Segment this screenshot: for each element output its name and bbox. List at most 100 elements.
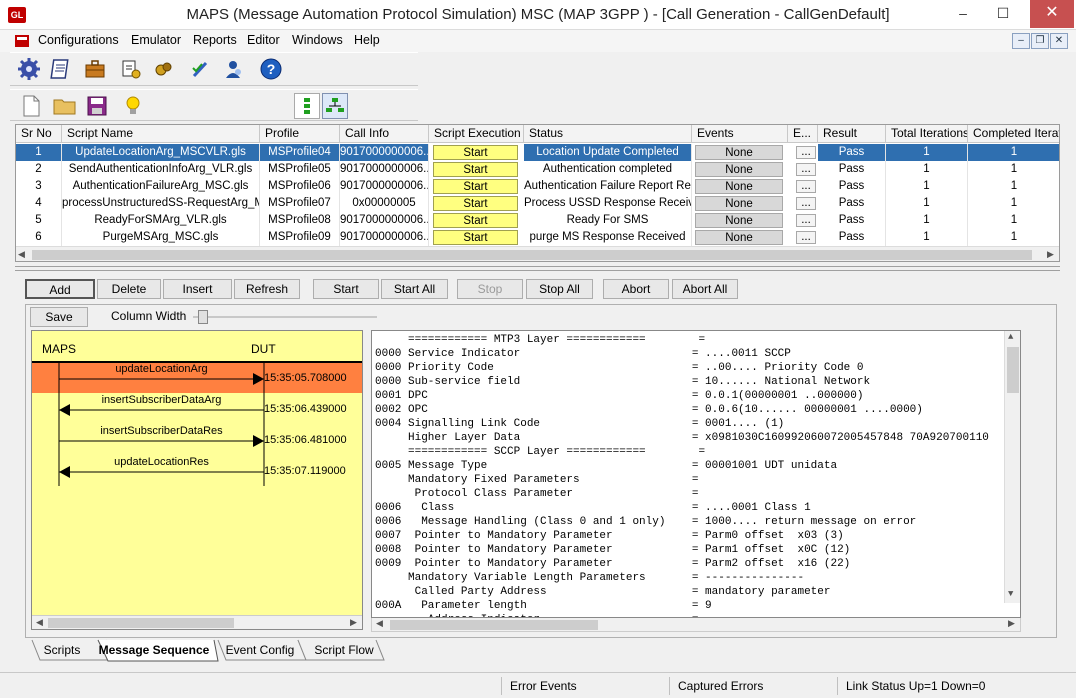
decode-line[interactable]: Called Party Address = mandatory paramet…	[375, 585, 831, 599]
event-detail-button[interactable]: ...	[796, 180, 816, 193]
pencil-check-icon[interactable]	[188, 56, 214, 82]
tab-scripts[interactable]: Scripts	[42, 641, 82, 661]
decode-line[interactable]: Mandatory Variable Length Parameters = -…	[375, 571, 804, 585]
events-button[interactable]: None	[695, 196, 783, 211]
app-menu-icon[interactable]	[14, 33, 30, 49]
script-list-icon[interactable]	[48, 56, 74, 82]
message-label[interactable]: insertSubscriberDataArg	[59, 394, 264, 406]
stop-button[interactable]: Stop	[457, 279, 523, 299]
decode-line[interactable]: Address Indicator =	[375, 613, 699, 617]
col-header-script-execution[interactable]: Script Execution	[429, 125, 524, 143]
table-row[interactable]: 1 UpdateLocationArg_MSCVLR.gls MSProfile04…	[16, 144, 1059, 161]
mdi-minimize-button[interactable]: –	[1012, 33, 1030, 49]
table-row[interactable]: 5 ReadyForSMArg_VLR.gls MSProfile08 9017000…	[16, 212, 1059, 229]
help-icon[interactable]: ?	[258, 56, 284, 82]
maximize-button[interactable]: ☐	[986, 0, 1020, 28]
table-row[interactable]: 2 SendAuthenticationInfoArg_VLR.gls MSProf…	[16, 161, 1059, 178]
script-start-button[interactable]: Start	[433, 145, 518, 160]
decode-line[interactable]: 0008 Pointer to Mandatory Parameter = Pa…	[375, 543, 850, 557]
decode-vertical-scrollbar[interactable]: ▲ ▼	[1004, 331, 1020, 603]
decode-line[interactable]: 0002 OPC = 0.0.6(10...... 00000001 ....0…	[375, 403, 923, 417]
events-button[interactable]: None	[695, 145, 783, 160]
close-button[interactable]: ✕	[1030, 0, 1074, 28]
col-header-completed-iterations[interactable]: Completed Iteratio	[968, 125, 1059, 143]
decode-line[interactable]: ============ SCCP Layer ============ =	[375, 445, 705, 459]
new-file-icon[interactable]	[18, 93, 44, 119]
event-detail-button[interactable]: ...	[796, 197, 816, 210]
decode-line[interactable]: 0000 Priority Code = ..00.... Priority C…	[375, 361, 863, 375]
event-detail-button[interactable]: ...	[796, 231, 816, 244]
message-label[interactable]: updateLocationRes	[59, 456, 264, 468]
col-header-total-iterations[interactable]: Total Iterations	[886, 125, 968, 143]
mdi-close-button[interactable]: ✕	[1050, 33, 1068, 49]
tree-layout-icon[interactable]	[322, 93, 348, 119]
scroll-right-icon[interactable]: ▶	[1047, 249, 1054, 260]
briefcase-icon[interactable]	[82, 56, 108, 82]
scroll-thumb[interactable]	[48, 618, 234, 628]
decode-line[interactable]: 0004 Signalling Link Code = 0001.... (1)	[375, 417, 784, 431]
scroll-thumb[interactable]	[390, 620, 598, 630]
decode-line[interactable]: 0001 DPC = 0.0.1(00000001 ..000000)	[375, 389, 863, 403]
decode-line[interactable]: 0006 Message Handling (Class 0 and 1 onl…	[375, 515, 916, 529]
decode-line[interactable]: 0005 Message Type = 00001001 UDT unidata	[375, 459, 837, 473]
script-start-button[interactable]: Start	[433, 213, 518, 228]
insert-button[interactable]: Insert	[163, 279, 232, 299]
col-header-result[interactable]: Result	[818, 125, 886, 143]
events-button[interactable]: None	[695, 213, 783, 228]
configurations-gear-icon[interactable]	[16, 56, 42, 82]
events-button[interactable]: None	[695, 162, 783, 177]
menu-windows[interactable]: Windows	[292, 33, 343, 47]
script-start-button[interactable]: Start	[433, 162, 518, 177]
col-header-events[interactable]: Events	[692, 125, 788, 143]
save-sequence-button[interactable]: Save	[30, 307, 88, 327]
grid-horizontal-scrollbar[interactable]: ◀ ▶	[16, 246, 1059, 261]
decode-line[interactable]: Higher Layer Data = x0981030C16099206007…	[375, 431, 989, 445]
script-start-button[interactable]: Start	[433, 196, 518, 211]
scroll-left-icon[interactable]: ◀	[376, 618, 383, 629]
menu-reports[interactable]: Reports	[193, 33, 237, 47]
decode-line[interactable]: 0000 Service Indicator = ....0011 SCCP	[375, 347, 791, 361]
scroll-right-icon[interactable]: ▶	[350, 617, 357, 628]
scroll-right-icon[interactable]: ▶	[1008, 618, 1015, 629]
decode-line[interactable]: 000A Parameter length = 9	[375, 599, 712, 613]
abort-button[interactable]: Abort	[603, 279, 669, 299]
decode-line[interactable]: 0007 Pointer to Mandatory Parameter = Pa…	[375, 529, 844, 543]
vertical-layout-icon[interactable]	[294, 93, 320, 119]
open-folder-icon[interactable]	[52, 93, 78, 119]
delete-button[interactable]: Delete	[97, 279, 161, 299]
tab-message-sequence[interactable]: Message Sequence	[96, 641, 212, 661]
panel-splitter[interactable]	[15, 266, 1060, 271]
scroll-thumb[interactable]	[1007, 347, 1019, 393]
column-width-slider-thumb[interactable]	[198, 310, 208, 324]
column-width-slider-track[interactable]	[193, 316, 377, 318]
decode-line[interactable]: ============ MTP3 Layer ============ =	[375, 333, 705, 347]
scroll-up-icon[interactable]: ▲	[1008, 332, 1013, 342]
refresh-button[interactable]: Refresh	[234, 279, 300, 299]
menu-emulator[interactable]: Emulator	[131, 33, 181, 47]
decode-horizontal-scrollbar[interactable]: ◀ ▶	[371, 618, 1021, 632]
col-header-sr-no[interactable]: Sr No	[16, 125, 62, 143]
tab-script-flow[interactable]: Script Flow	[305, 641, 383, 661]
start-button[interactable]: Start	[313, 279, 379, 299]
col-header-status[interactable]: Status	[524, 125, 692, 143]
mdi-restore-button[interactable]: ❐	[1031, 33, 1049, 49]
script-start-button[interactable]: Start	[433, 179, 518, 194]
add-button[interactable]: Add	[25, 279, 95, 299]
edit-script-icon[interactable]	[118, 56, 144, 82]
table-row[interactable]: 4 processUnstructuredSS-RequestArg_M... MS…	[16, 195, 1059, 212]
event-detail-button[interactable]: ...	[796, 163, 816, 176]
events-button[interactable]: None	[695, 179, 783, 194]
scroll-left-icon[interactable]: ◀	[36, 617, 43, 628]
scroll-left-icon[interactable]: ◀	[18, 249, 25, 260]
col-header-profile[interactable]: Profile	[260, 125, 340, 143]
decode-line[interactable]: 0000 Sub-service field = 10...... Nation…	[375, 375, 870, 389]
start-all-button[interactable]: Start All	[381, 279, 448, 299]
events-button[interactable]: None	[695, 230, 783, 245]
col-header-call-info[interactable]: Call Info	[340, 125, 429, 143]
decode-line[interactable]: 0006 Class = ....0001 Class 1	[375, 501, 811, 515]
save-disk-icon[interactable]	[84, 93, 110, 119]
table-row[interactable]: 6 PurgeMSArg_MSC.gls MSProfile09 9017000000…	[16, 229, 1059, 246]
col-header-e[interactable]: E...	[788, 125, 818, 143]
stop-all-button[interactable]: Stop All	[526, 279, 593, 299]
decode-line[interactable]: 0009 Pointer to Mandatory Parameter = Pa…	[375, 557, 850, 571]
